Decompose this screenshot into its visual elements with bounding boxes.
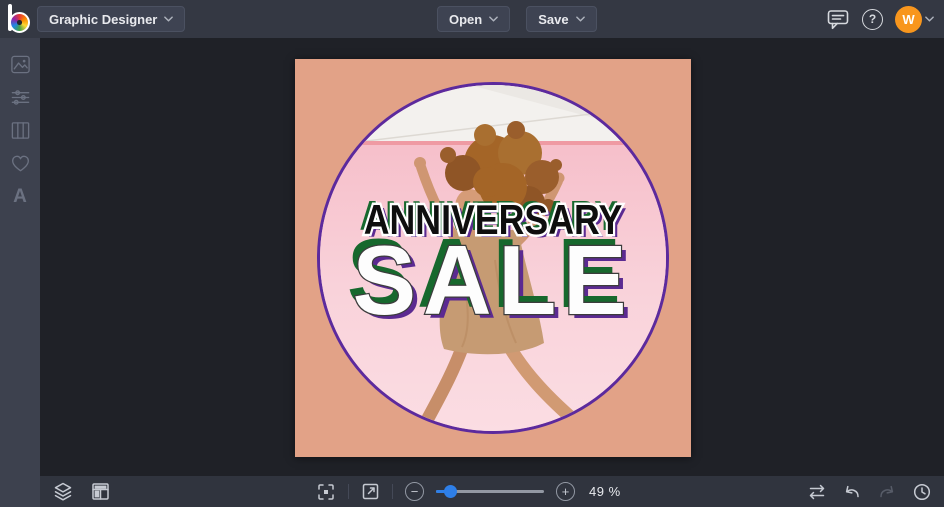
- avatar-chevron-icon: [925, 16, 934, 22]
- mode-select-button[interactable]: Graphic Designer: [37, 6, 186, 32]
- letter-a-icon: A: [13, 185, 27, 207]
- compare-icon: [809, 484, 825, 499]
- account-menu[interactable]: W: [895, 5, 934, 33]
- history-button[interactable]: [912, 482, 932, 502]
- undo-button[interactable]: [842, 482, 862, 501]
- zoom-out-button[interactable]: −: [405, 482, 424, 501]
- compare-button[interactable]: [807, 482, 827, 502]
- open-label: Open: [449, 11, 483, 27]
- user-avatar: W: [895, 5, 922, 33]
- design-artboard[interactable]: ANNIVERSARY ANNIVERSARY SALE SALE: [295, 59, 691, 457]
- redo-button[interactable]: [877, 482, 897, 501]
- zoom-in-button[interactable]: +: [556, 482, 575, 501]
- zoom-slider[interactable]: [436, 482, 544, 501]
- top-bar: Graphic Designer Open Save ? W: [0, 0, 944, 38]
- save-label: Save: [538, 11, 569, 27]
- mode-select-label: Graphic Designer: [49, 11, 158, 27]
- bottom-left-tools: [53, 481, 110, 502]
- minus-icon: −: [410, 484, 419, 499]
- save-button[interactable]: Save: [526, 6, 597, 32]
- undo-icon: [845, 485, 859, 498]
- history-controls: [807, 482, 932, 502]
- canvas-workspace[interactable]: ANNIVERSARY ANNIVERSARY SALE SALE: [40, 38, 944, 476]
- help-glyph: ?: [868, 12, 877, 26]
- preview-button[interactable]: [361, 482, 380, 501]
- sidebar-item-image-manager[interactable]: [8, 52, 32, 76]
- canvas-manager-button[interactable]: [91, 482, 110, 501]
- canvas-manager-icon: [92, 483, 109, 500]
- redo-icon: [880, 485, 894, 498]
- zoom-slider-handle[interactable]: [444, 485, 458, 498]
- chevron-down-icon: [164, 16, 174, 22]
- chevron-down-icon: [575, 16, 585, 22]
- bottom-toolbar: − + 49 %: [40, 476, 944, 507]
- divider: [392, 484, 393, 499]
- headline-sale-text: SALE: [352, 225, 634, 335]
- image-icon: [10, 55, 30, 73]
- plus-icon: +: [561, 484, 570, 499]
- befunky-logo[interactable]: [8, 4, 35, 34]
- sidebar-item-text[interactable]: A: [8, 184, 32, 208]
- sidebar-item-edit[interactable]: [8, 85, 32, 109]
- history-clock-icon: [913, 483, 931, 500]
- fit-screen-button[interactable]: [316, 482, 336, 502]
- help-icon: ?: [862, 8, 883, 30]
- feedback-button[interactable]: [826, 8, 850, 31]
- top-right-controls: ? W: [826, 0, 934, 38]
- layers-icon: [54, 482, 72, 501]
- headline-sale[interactable]: SALE SALE: [301, 225, 685, 335]
- sidebar-item-favorites[interactable]: [8, 151, 32, 175]
- columns-icon: [11, 121, 29, 139]
- chevron-down-icon: [489, 16, 499, 22]
- sidebar-item-layouts[interactable]: [8, 118, 32, 142]
- zoom-percent: 49 %: [589, 484, 621, 499]
- open-button[interactable]: Open: [437, 6, 511, 32]
- avatar-initial: W: [902, 11, 915, 27]
- preview-icon: [362, 483, 379, 500]
- adjust-sliders-icon: [11, 89, 29, 105]
- tool-sidebar: A: [0, 38, 40, 507]
- feedback-chat-icon: [827, 9, 849, 29]
- layers-button[interactable]: [53, 481, 73, 502]
- zoom-controls: − + 49 %: [316, 476, 621, 507]
- divider: [348, 484, 349, 499]
- help-button[interactable]: ?: [862, 8, 883, 30]
- file-actions: Open Save: [437, 6, 597, 32]
- heart-icon: [11, 155, 29, 171]
- fit-screen-icon: [318, 483, 334, 500]
- logo-color-wheel: [9, 12, 30, 33]
